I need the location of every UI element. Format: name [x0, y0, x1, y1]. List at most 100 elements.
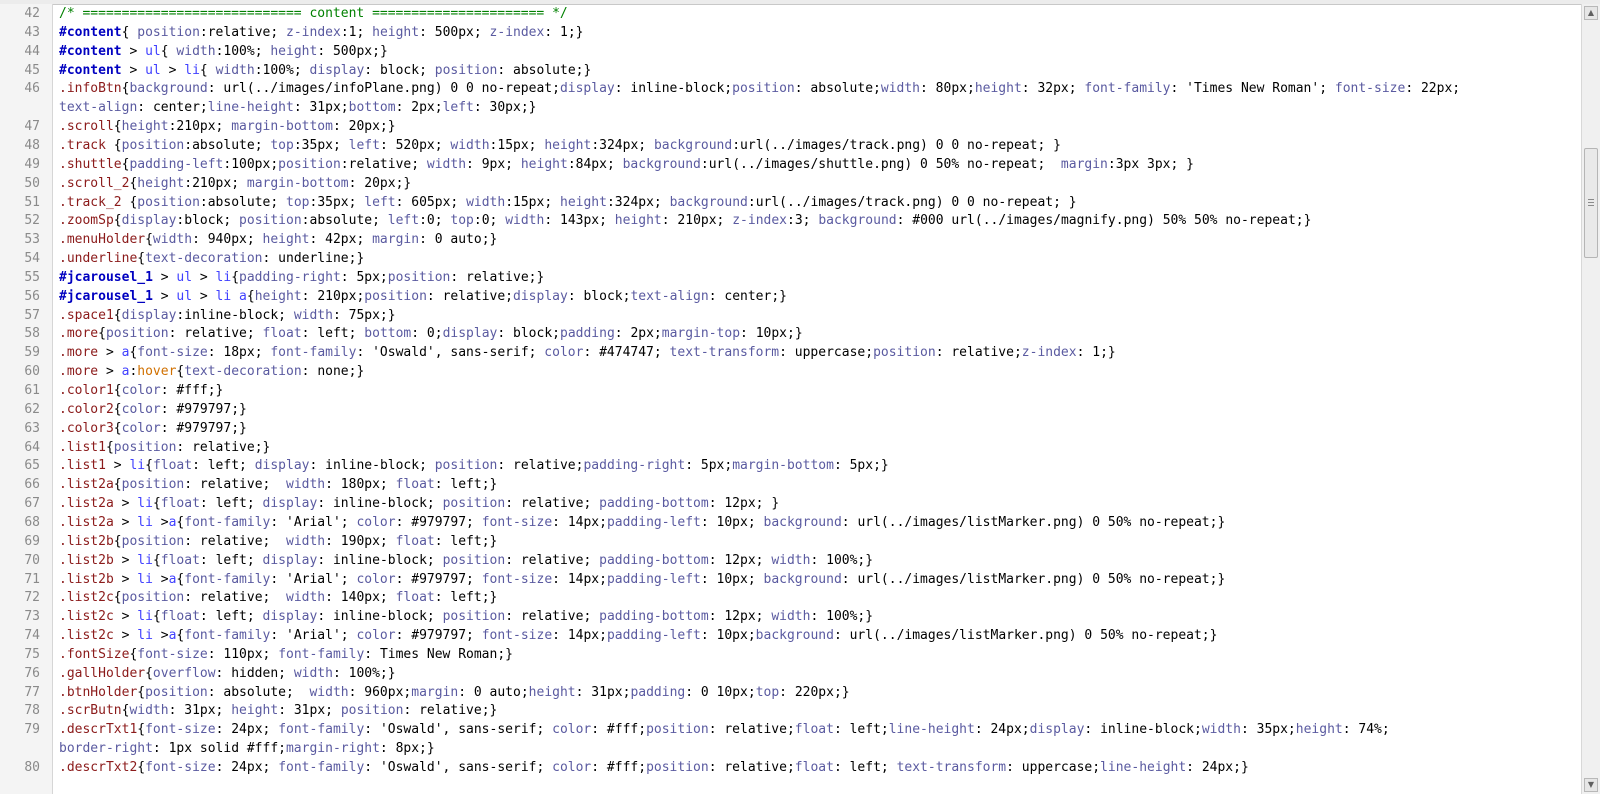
token-punc: > — [98, 345, 122, 361]
token-val: relative; — [951, 345, 1022, 361]
token-val: 31px; — [184, 703, 232, 719]
code-line[interactable]: border-right: 1px solid #fff;margin-righ… — [0, 739, 1580, 758]
token-val: absolute; — [207, 194, 287, 210]
code-line[interactable]: 51 .track_2 {position:absolute; top:35px;… — [0, 193, 1580, 212]
token-punc: : — [974, 722, 991, 738]
code-line[interactable]: 66 .list2a{position: relative; width: 180… — [0, 475, 1580, 494]
code-line[interactable]: 54 .underline{text-decoration: underline;… — [0, 249, 1580, 268]
token-prop: width — [286, 590, 326, 606]
token-val: 0 auto; — [473, 684, 529, 700]
token-prop: font-family — [184, 628, 271, 644]
code-line[interactable]: 44 #content > ul{ width:100%; height: 500… — [0, 42, 1580, 61]
token-punc: : — [309, 458, 326, 474]
code-line[interactable]: 71 .list2b > li >a{font-family: 'Arial'; … — [0, 570, 1580, 589]
token-prop: height — [560, 194, 607, 210]
line-source: .zoomSp{display:block; position:absolute… — [59, 211, 1311, 230]
code-line[interactable]: 58 .more{position: relative; float: left;… — [0, 324, 1580, 343]
token-punc: : — [301, 213, 310, 229]
code-line[interactable]: 62 .color2{color: #979797;} — [0, 400, 1580, 419]
token-prop: display — [309, 62, 365, 78]
code-line[interactable]: 59 .more > a{font-size: 18px; font-family… — [0, 343, 1580, 362]
code-line[interactable]: text-align: center;line-height: 31px;bot… — [0, 98, 1580, 117]
code-line[interactable]: 72 .list2c{position: relative; width: 140… — [0, 588, 1580, 607]
token-prop: padding-left — [606, 571, 701, 587]
token-punc: : — [1076, 345, 1093, 361]
code-line[interactable]: 80 .descrTxt2{font-size: 24px; font-famil… — [0, 758, 1580, 777]
code-line[interactable]: 61 .color1{color: #fff;} — [0, 381, 1580, 400]
code-line[interactable]: 74 .list2c > li >a{font-family: 'Arial'; … — [0, 626, 1580, 645]
code-line[interactable]: 73 .list2c > li{float: left; display: inl… — [0, 607, 1580, 626]
code-line[interactable]: 70 .list2b > li{float: left; display: inl… — [0, 551, 1580, 570]
token-punc: : — [473, 213, 482, 229]
token-val: 9px; — [481, 156, 521, 172]
token-val: Times New Roman;} — [379, 646, 513, 662]
token-punc: > — [160, 62, 185, 78]
token-punc: : — [841, 514, 858, 530]
token-punc: : — [379, 137, 396, 153]
token-punc: { — [121, 194, 138, 210]
token-val: 31px; — [591, 684, 631, 700]
code-line[interactable]: 75 .fontSize{font-size: 110px; font-famil… — [0, 645, 1580, 664]
token-val: left;} — [450, 590, 498, 606]
token-punc: : — [458, 684, 474, 700]
token-punc: > — [152, 288, 177, 304]
scrollbar-thumb[interactable] — [1584, 148, 1598, 258]
token-prop: padding-bottom — [599, 496, 709, 512]
code-line[interactable]: 53 .menuHolder{width: 940px; height: 42px… — [0, 230, 1580, 249]
code-line[interactable]: 60 .more > a:hover{text-decoration: none;… — [0, 362, 1580, 381]
token-val: 12px; } — [724, 496, 780, 512]
token-punc: : — [364, 646, 380, 662]
code-line[interactable]: 68 .list2a > li >a{font-family: 'Arial'; … — [0, 513, 1580, 532]
token-prop: width — [771, 552, 811, 568]
code-editor[interactable]: 42 /* ============================ conten… — [0, 0, 1600, 794]
code-line[interactable]: 45 #content > ul > li{ width:100%; displa… — [0, 61, 1580, 80]
token-prop: margin-top — [661, 326, 741, 342]
token-punc: : — [434, 477, 451, 493]
line-source: #jcarousel_1 > ul > li a{height: 210px;p… — [59, 287, 787, 306]
token-prop: float — [395, 590, 435, 606]
token-sel-class: .more — [59, 345, 99, 361]
code-line[interactable]: 42 /* ============================ conten… — [0, 4, 1580, 23]
token-prop: border-right — [59, 741, 153, 757]
token-val: 'Oswald', sans-serif; — [372, 345, 545, 361]
line-source: .scrButn{width: 31px; height: 31px; posi… — [59, 701, 497, 720]
line-source: .list2b{position: relative; width: 190px… — [59, 532, 497, 551]
token-punc: : — [184, 533, 200, 549]
token-val: 74%; — [1358, 722, 1390, 738]
code-line[interactable]: 46 .infoBtn{background: url(../images/inf… — [0, 79, 1580, 98]
token-prop: line-height — [207, 100, 294, 116]
token-prop: position — [239, 213, 302, 229]
line-number: 76 — [24, 665, 40, 681]
token-sel-class: .scrButn — [59, 703, 122, 719]
code-line[interactable]: 63 .color3{color: #979797;} — [0, 419, 1580, 438]
code-line[interactable]: 67 .list2a > li{float: left; display: inl… — [0, 494, 1580, 513]
code-line[interactable]: 49 .shuttle{padding-left:100px;position:r… — [0, 155, 1580, 174]
scroll-down-arrow-icon[interactable]: ▼ — [1584, 778, 1598, 792]
code-area[interactable]: 42 /* ============================ conten… — [0, 4, 1580, 794]
code-line[interactable]: 76 .gallHolder{overflow: hidden; width: 1… — [0, 664, 1580, 683]
token-val: #474747; — [599, 345, 670, 361]
code-line[interactable]: 48 .track {position:absolute; top:35px; l… — [0, 136, 1580, 155]
code-line[interactable]: 79 .descrTxt1{font-size: 24px; font-famil… — [0, 720, 1580, 739]
scroll-up-arrow-icon[interactable]: ▲ — [1584, 6, 1598, 20]
token-prop: top — [270, 137, 294, 153]
code-line[interactable]: 56 #jcarousel_1 > ul > li a{height: 210px… — [0, 287, 1580, 306]
code-line[interactable]: 55 #jcarousel_1 > ul > li{padding-right: … — [0, 268, 1580, 287]
code-line[interactable]: 64 .list1{position: relative;} — [0, 438, 1580, 457]
code-line[interactable]: 57 .space1{display:inline-block; width: 7… — [0, 306, 1580, 325]
code-line[interactable]: 77 .btnHolder{position: absolute; width: … — [0, 683, 1580, 702]
code-line[interactable]: 65 .list1 > li{float: left; display: inli… — [0, 456, 1580, 475]
token-prop: position — [340, 703, 404, 719]
token-punc: : — [1107, 156, 1116, 172]
code-line[interactable]: 47 .scroll{height:210px; margin-bottom: 2… — [0, 117, 1580, 136]
token-punc: : — [497, 326, 514, 342]
code-line[interactable]: 43 #content{ position:relative; z-index:1… — [0, 23, 1580, 42]
token-punc: : — [497, 62, 514, 78]
code-line[interactable]: 78 .scrButn{width: 31px; height: 31px; po… — [0, 701, 1580, 720]
line-number: 55 — [24, 269, 40, 285]
code-line[interactable]: 52 .zoomSp{display:block; position:absolu… — [0, 211, 1580, 230]
code-line[interactable]: 69 .list2b{position: relative; width: 190… — [0, 532, 1580, 551]
token-prop: top — [450, 213, 474, 229]
code-line[interactable]: 50 .scroll_2{height:210px; margin-bottom:… — [0, 174, 1580, 193]
vertical-scrollbar[interactable]: ▲ ▼ — [1581, 4, 1600, 794]
